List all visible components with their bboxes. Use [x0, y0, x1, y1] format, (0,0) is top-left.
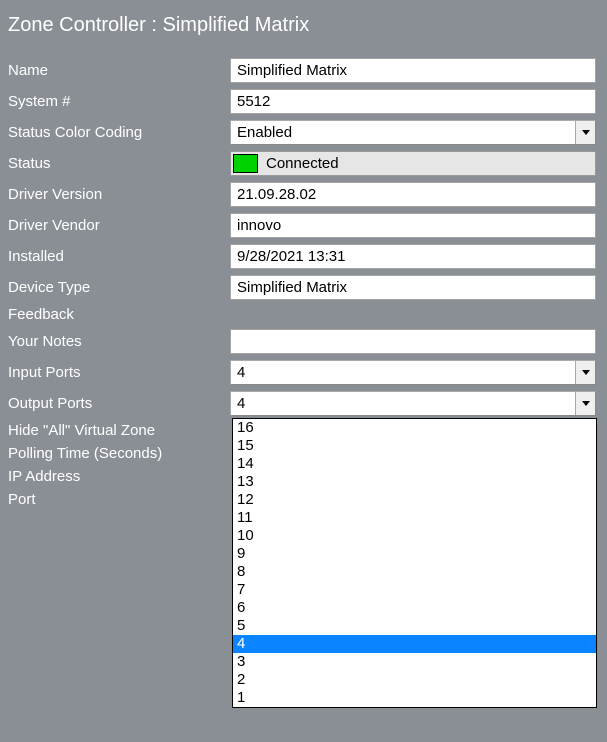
output-ports-option[interactable]: 6	[233, 599, 596, 617]
row-driver-vendor: Driver Vendor	[2, 210, 602, 241]
driver-version-input[interactable]	[230, 182, 596, 207]
row-input-ports: Input Ports 4	[2, 357, 602, 388]
output-ports-option[interactable]: 15	[233, 437, 596, 455]
output-ports-dropdown-button[interactable]	[575, 392, 595, 415]
status-color-coding-value: Enabled	[231, 124, 575, 141]
output-ports-option[interactable]: 1	[233, 689, 596, 707]
label-driver-vendor: Driver Vendor	[8, 217, 230, 234]
chevron-down-icon	[582, 130, 590, 135]
system-num-input[interactable]	[230, 89, 596, 114]
output-ports-option[interactable]: 12	[233, 491, 596, 509]
output-ports-option[interactable]: 11	[233, 509, 596, 527]
row-feedback: Feedback	[2, 303, 602, 326]
name-input[interactable]	[230, 58, 596, 83]
row-name: Name	[2, 55, 602, 86]
input-ports-value: 4	[231, 364, 575, 381]
row-your-notes: Your Notes	[2, 326, 602, 357]
status-color-swatch	[233, 154, 258, 173]
label-system-num: System #	[8, 93, 230, 110]
row-status-color-coding: Status Color Coding Enabled	[2, 117, 602, 148]
row-installed: Installed	[2, 241, 602, 272]
input-ports-select[interactable]: 4	[230, 360, 596, 385]
row-system-num: System #	[2, 86, 602, 117]
output-ports-option[interactable]: 2	[233, 671, 596, 689]
output-ports-option[interactable]: 9	[233, 545, 596, 563]
input-ports-dropdown-button[interactable]	[575, 361, 595, 384]
status-color-coding-select[interactable]: Enabled	[230, 120, 596, 145]
panel-title: Zone Controller : Simplified Matrix	[2, 2, 602, 55]
label-ip-address: IP Address	[8, 468, 230, 485]
chevron-down-icon	[582, 370, 590, 375]
row-driver-version: Driver Version	[2, 179, 602, 210]
label-polling-time: Polling Time (Seconds)	[8, 445, 230, 462]
your-notes-input[interactable]	[230, 329, 596, 354]
output-ports-select[interactable]: 4	[230, 391, 596, 416]
label-your-notes: Your Notes	[8, 333, 230, 350]
label-driver-version: Driver Version	[8, 186, 230, 203]
label-status: Status	[8, 155, 230, 172]
label-feedback: Feedback	[8, 306, 230, 323]
label-status-color-coding: Status Color Coding	[8, 124, 230, 141]
row-status: Status Connected	[2, 148, 602, 179]
installed-input[interactable]	[230, 244, 596, 269]
zone-controller-panel: Zone Controller : Simplified Matrix Name…	[2, 2, 602, 511]
row-device-type: Device Type	[2, 272, 602, 303]
device-type-input[interactable]	[230, 275, 596, 300]
status-display: Connected	[230, 151, 596, 176]
row-output-ports: Output Ports 4	[2, 388, 602, 419]
label-port: Port	[8, 491, 230, 508]
output-ports-value: 4	[231, 395, 575, 412]
label-hide-all-virtual-zone: Hide "All" Virtual Zone	[8, 422, 230, 439]
output-ports-option[interactable]: 10	[233, 527, 596, 545]
label-device-type: Device Type	[8, 279, 230, 296]
output-ports-option[interactable]: 14	[233, 455, 596, 473]
status-color-coding-dropdown-button[interactable]	[575, 121, 595, 144]
output-ports-option[interactable]: 16	[233, 419, 596, 437]
output-ports-option[interactable]: 3	[233, 653, 596, 671]
label-output-ports: Output Ports	[8, 395, 230, 412]
label-installed: Installed	[8, 248, 230, 265]
label-input-ports: Input Ports	[8, 364, 230, 381]
status-text: Connected	[260, 152, 345, 175]
chevron-down-icon	[582, 401, 590, 406]
output-ports-option[interactable]: 5	[233, 617, 596, 635]
output-ports-option[interactable]: 4	[233, 635, 596, 653]
output-ports-option[interactable]: 8	[233, 563, 596, 581]
label-name: Name	[8, 62, 230, 79]
driver-vendor-input[interactable]	[230, 213, 596, 238]
output-ports-option[interactable]: 13	[233, 473, 596, 491]
output-ports-dropdown-list[interactable]: 16151413121110987654321	[232, 418, 597, 708]
output-ports-option[interactable]: 7	[233, 581, 596, 599]
